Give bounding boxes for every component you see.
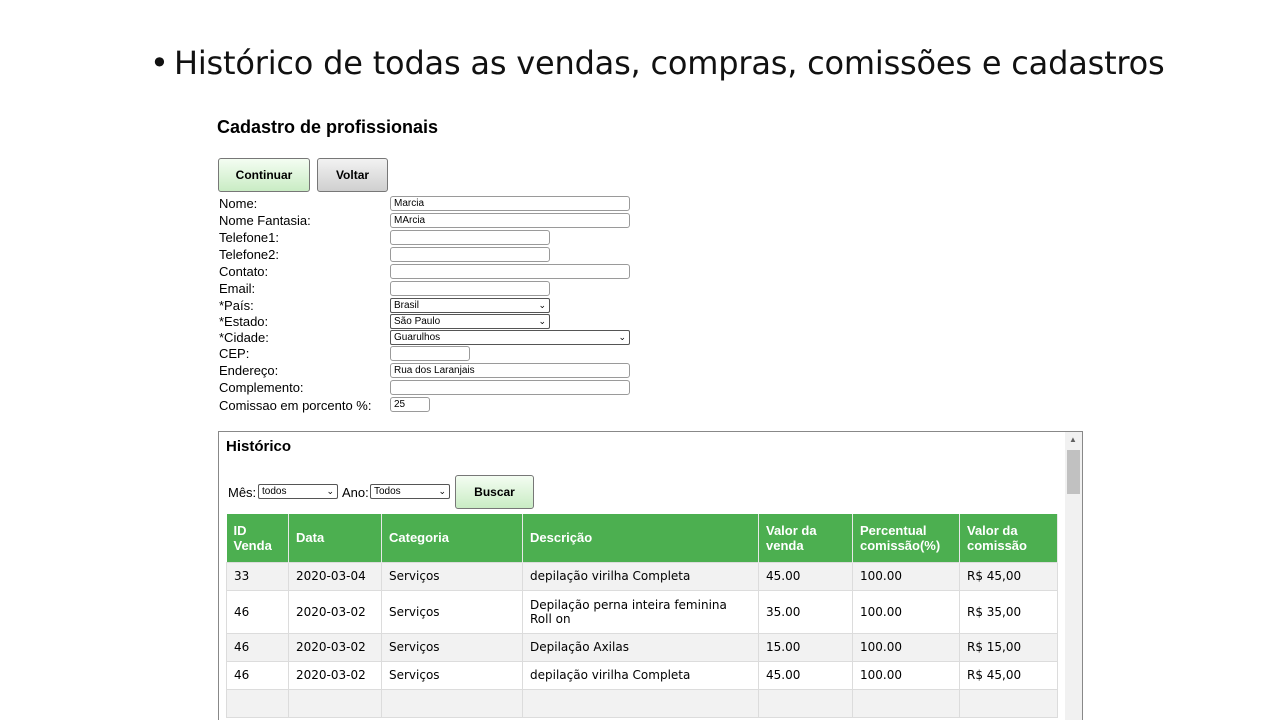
back-button[interactable]: Voltar: [317, 158, 388, 192]
nome-fantasia-label: Nome Fantasia:: [219, 213, 311, 228]
pais-select-value: Brasil: [394, 300, 420, 311]
table-row: [226, 688, 1058, 718]
cell-id: 46: [226, 589, 289, 634]
month-select[interactable]: todos ⌄: [258, 484, 338, 499]
vertical-scrollbar[interactable]: ▲: [1065, 432, 1082, 720]
cell-sale-value: 45.00: [758, 561, 853, 591]
scrollbar-thumb[interactable]: [1067, 450, 1080, 494]
slide-title: • Histórico de todas as vendas, compras, …: [150, 44, 1165, 82]
year-label: Ano:: [342, 485, 369, 500]
column-header-id-venda: ID Venda: [226, 514, 289, 562]
continue-button[interactable]: Continuar: [218, 158, 310, 192]
contato-label: Contato:: [219, 264, 269, 279]
cell-sale-value: 35.00: [758, 589, 853, 634]
estado-select-value: São Paulo: [394, 316, 441, 327]
cell-percent: 100.00: [852, 561, 960, 591]
cell-description: depilação virilha Completa: [522, 660, 759, 690]
month-label: Mês:: [228, 485, 257, 500]
cell-commission: R$ 45,00: [959, 561, 1058, 591]
table-row: 46 2020-03-02 Serviços Depilação Axilas …: [226, 632, 1058, 662]
cell-date: 2020-03-02: [288, 660, 382, 690]
cell-id: 46: [226, 660, 289, 690]
cell-percent: 100.00: [852, 589, 960, 634]
cell-id: 33: [226, 561, 289, 591]
chevron-down-icon: ⌄: [538, 300, 546, 310]
column-header-categoria: Categoria: [381, 514, 523, 562]
column-header-valor-comissao: Valor da comissão: [959, 514, 1058, 562]
telefone1-label: Telefone1:: [219, 230, 279, 245]
comissao-label: Comissao em porcento %:: [219, 398, 372, 413]
chevron-down-icon: ⌄: [618, 332, 626, 342]
cell-category: Serviços: [381, 632, 523, 662]
form-title: Cadastro de profissionais: [217, 117, 439, 137]
nome-fantasia-input[interactable]: MArcia: [390, 213, 630, 228]
email-input[interactable]: [390, 281, 550, 296]
history-panel: Histórico Mês: todos ⌄ Ano: Todos ⌄ Busc…: [218, 431, 1083, 720]
complemento-label: Complemento:: [219, 380, 304, 395]
year-select[interactable]: Todos ⌄: [370, 484, 450, 499]
column-header-data: Data: [288, 514, 382, 562]
cell-commission: R$ 35,00: [959, 589, 1058, 634]
table-header-row: ID Venda Data Categoria Descrição Valor …: [226, 514, 1058, 562]
slide-title-text: Histórico de todas as vendas, compras, c…: [174, 44, 1165, 82]
pais-select[interactable]: Brasil ⌄: [390, 298, 550, 313]
cell-sale-value: 15.00: [758, 632, 853, 662]
table-row: 46 2020-03-02 Serviços depilação virilha…: [226, 660, 1058, 690]
cell-category: Serviços: [381, 660, 523, 690]
cidade-select-value: Guarulhos: [394, 332, 441, 343]
cell-date: 2020-03-02: [288, 589, 382, 634]
column-header-descricao: Descrição: [522, 514, 759, 562]
nome-input[interactable]: Marcia: [390, 196, 630, 211]
cidade-select[interactable]: Guarulhos ⌄: [390, 330, 630, 345]
cell-description: Depilação Axilas: [522, 632, 759, 662]
chevron-down-icon: ⌄: [538, 316, 546, 326]
cell-category: Serviços: [381, 589, 523, 634]
cell-percent: 100.00: [852, 632, 960, 662]
cell-commission: R$ 15,00: [959, 632, 1058, 662]
telefone2-label: Telefone2:: [219, 247, 279, 262]
cep-input[interactable]: [390, 346, 470, 361]
cell-percent: 100.00: [852, 660, 960, 690]
cep-label: CEP:: [219, 346, 250, 361]
scroll-up-arrow-icon[interactable]: ▲: [1069, 435, 1077, 444]
pais-label: *País:: [219, 298, 254, 313]
contato-input[interactable]: [390, 264, 630, 279]
column-header-percentual: Percentual comissão(%): [852, 514, 960, 562]
nome-label: Nome:: [219, 196, 258, 211]
cell-commission: R$ 45,00: [959, 660, 1058, 690]
estado-label: *Estado:: [219, 314, 269, 329]
cell-date: 2020-03-02: [288, 632, 382, 662]
cell-sale-value: 45.00: [758, 660, 853, 690]
endereco-label: Endereço:: [219, 363, 279, 378]
cell-id: 46: [226, 632, 289, 662]
email-label: Email:: [219, 281, 256, 296]
endereco-input[interactable]: Rua dos Laranjais: [390, 363, 630, 378]
table-row: 33 2020-03-04 Serviços depilação virilha…: [226, 561, 1058, 591]
table-row: 46 2020-03-02 Serviços Depilação perna i…: [226, 589, 1058, 634]
history-title: Histórico: [226, 438, 292, 455]
estado-select[interactable]: São Paulo ⌄: [390, 314, 550, 329]
cidade-label: *Cidade:: [219, 330, 269, 345]
history-table: ID Venda Data Categoria Descrição Valor …: [226, 514, 1058, 718]
column-header-valor-venda: Valor da venda: [758, 514, 853, 562]
comissao-input[interactable]: 25: [390, 397, 430, 412]
complemento-input[interactable]: [390, 380, 630, 395]
chevron-down-icon: ⌄: [326, 486, 334, 496]
chevron-down-icon: ⌄: [438, 486, 446, 496]
telefone2-input[interactable]: [390, 247, 550, 262]
search-button[interactable]: Buscar: [455, 475, 534, 509]
cell-date: 2020-03-04: [288, 561, 382, 591]
cell-description: Depilação perna inteira feminina Roll on: [522, 589, 759, 634]
bullet-glyph: •: [150, 44, 169, 82]
cell-category: Serviços: [381, 561, 523, 591]
cell-description: depilação virilha Completa: [522, 561, 759, 591]
year-select-value: Todos: [374, 486, 401, 497]
month-select-value: todos: [262, 486, 287, 497]
telefone1-input[interactable]: [390, 230, 550, 245]
